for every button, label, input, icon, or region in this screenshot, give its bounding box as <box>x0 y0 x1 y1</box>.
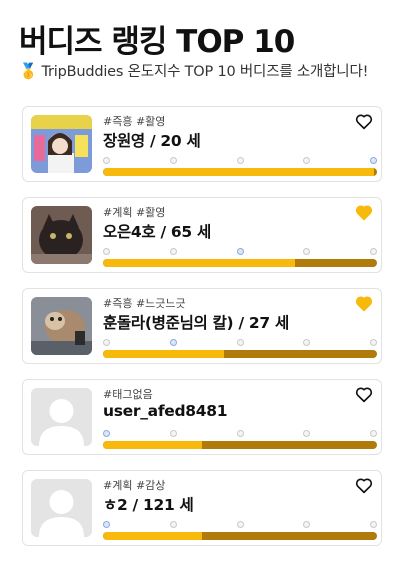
buddy-name: 오은4호 / 65 세 <box>103 223 211 241</box>
buddy-card-list: #즉흥 #활영장원영 / 20 세 #계획 #활영오은4호 / 65 세 #즉흥 #… <box>22 106 382 561</box>
scale-dot <box>236 157 244 164</box>
temperature-bar <box>103 168 377 176</box>
buddy-card[interactable]: #계획 #감상 ㅎ2 / 121 세 <box>22 470 382 546</box>
buddy-card[interactable]: #태그없음 user_afed8481 <box>22 379 382 455</box>
buddy-card[interactable]: #계획 #활영오은4호 / 65 세 <box>22 197 382 273</box>
scale-dot <box>169 248 177 255</box>
scale-dot <box>370 248 377 255</box>
scale-dot <box>103 248 110 255</box>
temperature-bar-fill <box>103 532 202 540</box>
scale-dot <box>103 339 110 346</box>
buddy-card[interactable]: #즉흥 #활영장원영 / 20 세 <box>22 106 382 182</box>
buddy-name: ㅎ2 / 121 세 <box>103 496 194 514</box>
scale-dot <box>303 521 311 528</box>
scale-dot <box>236 339 244 346</box>
subtitle-text: TripBuddies 온도지수 TOP 10 버디즈를 소개합니다! <box>41 64 369 80</box>
buddy-avatar[interactable] <box>31 297 92 355</box>
buddy-name: user_afed8481 <box>103 402 228 420</box>
scale-dot <box>236 521 244 528</box>
scale-dot <box>370 157 377 164</box>
temperature-bar <box>103 259 377 267</box>
gold-medal-icon: 🥇 <box>19 62 38 80</box>
scale-dot <box>169 157 177 164</box>
scale-dot <box>103 430 110 437</box>
scale-dot <box>370 521 377 528</box>
heart-outline-icon[interactable] <box>355 113 373 130</box>
heart-outline-icon[interactable] <box>355 477 373 494</box>
temperature-scale <box>103 157 377 165</box>
default-avatar[interactable] <box>31 388 92 446</box>
scale-dot <box>103 157 110 164</box>
temperature-scale <box>103 248 377 256</box>
buddy-tags: #즉흥 #활영 <box>103 115 166 128</box>
scale-dot <box>303 339 311 346</box>
buddy-avatar[interactable] <box>31 206 92 264</box>
temperature-bar <box>103 532 377 540</box>
default-avatar[interactable] <box>31 479 92 537</box>
heart-filled-icon[interactable] <box>355 295 373 312</box>
temperature-scale <box>103 521 377 529</box>
buddy-name: 장원영 / 20 세 <box>103 132 201 150</box>
temperature-scale <box>103 339 377 347</box>
buddy-tags: #계획 #감상 <box>103 479 166 492</box>
scale-dot <box>236 248 244 255</box>
scale-dot <box>169 339 177 346</box>
temperature-bar-fill <box>103 168 375 176</box>
temperature-bar-fill <box>103 350 224 358</box>
temperature-bar-fill <box>103 441 202 449</box>
buddy-name: 훈돌라(병준님의 칼) / 27 세 <box>103 314 289 332</box>
scale-dot <box>303 157 311 164</box>
buddies-ranking-page: 버디즈 랭킹 TOP 10 🥇 TripBuddies 온도지수 TOP 10 버… <box>0 0 410 564</box>
buddy-tags: #태그없음 <box>103 388 153 401</box>
page-title: 버디즈 랭킹 TOP 10 <box>19 24 295 60</box>
buddy-tags: #계획 #활영 <box>103 206 166 219</box>
heart-filled-icon[interactable] <box>355 204 373 221</box>
buddy-tags: #즉흥 #느긋느긋 <box>103 297 186 310</box>
temperature-bar <box>103 350 377 358</box>
scale-dot <box>169 521 177 528</box>
page-subtitle: 🥇 TripBuddies 온도지수 TOP 10 버디즈를 소개합니다! <box>19 60 368 81</box>
temperature-bar <box>103 441 377 449</box>
scale-dot <box>370 430 377 437</box>
scale-dot <box>303 430 311 437</box>
buddy-avatar[interactable] <box>31 115 92 173</box>
scale-dot <box>236 430 244 437</box>
heart-outline-icon[interactable] <box>355 386 373 403</box>
scale-dot <box>103 521 110 528</box>
temperature-bar-fill <box>103 259 295 267</box>
buddy-card[interactable]: #즉흥 #느긋느긋훈돌라(병준님의 칼) / 27 세 <box>22 288 382 364</box>
scale-dot <box>303 248 311 255</box>
temperature-scale <box>103 430 377 438</box>
scale-dot <box>169 430 177 437</box>
scale-dot <box>370 339 377 346</box>
